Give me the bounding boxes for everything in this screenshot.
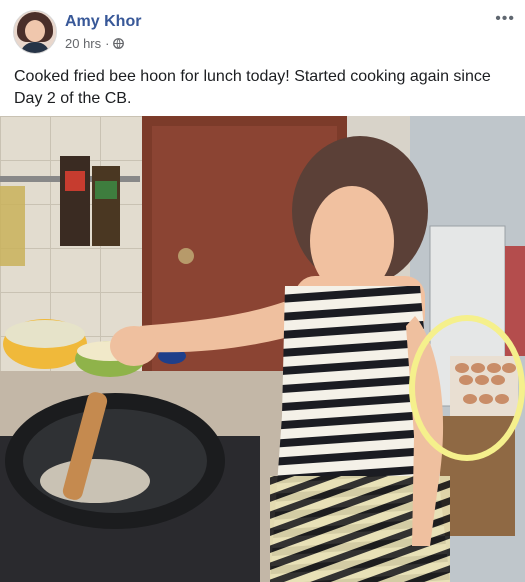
avatar[interactable] — [13, 10, 57, 54]
meta-separator: · — [105, 36, 110, 51]
globe-icon[interactable] — [113, 38, 125, 49]
more-options-icon[interactable]: ••• — [495, 10, 515, 28]
post-photo[interactable] — [0, 116, 525, 582]
post-meta: 20 hrs · — [65, 36, 125, 51]
author-name[interactable]: Amy Khor — [65, 13, 141, 31]
timestamp[interactable]: 20 hrs — [65, 36, 101, 51]
facebook-post: Amy Khor 20 hrs · ••• Cooked fried bee h… — [0, 0, 525, 582]
post-text: Cooked fried bee hoon for lunch today! S… — [14, 68, 491, 107]
post-header: Amy Khor 20 hrs · ••• — [0, 0, 525, 60]
